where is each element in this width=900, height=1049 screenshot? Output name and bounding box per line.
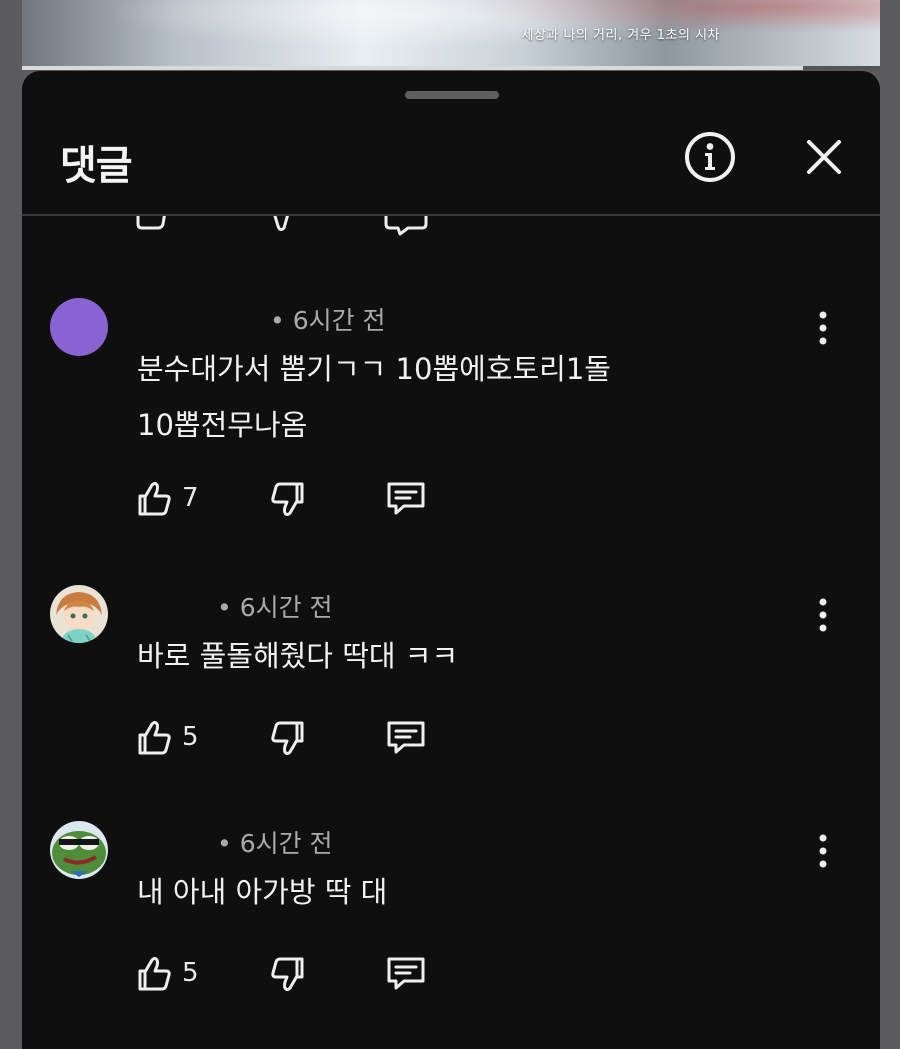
reply-icon <box>387 957 425 990</box>
like-count: 5 <box>182 958 199 988</box>
reply-icon <box>387 482 425 515</box>
more-vertical-icon <box>819 311 827 345</box>
like-button[interactable]: 5 <box>134 716 224 760</box>
video-progress-fill <box>22 66 803 70</box>
more-options-button[interactable] <box>808 308 838 348</box>
comment-text: 내 아내 아가방 딱 대 <box>137 864 387 920</box>
drag-handle[interactable] <box>405 91 499 99</box>
like-button[interactable]: 5 <box>134 952 224 996</box>
more-options-button[interactable] <box>808 831 838 871</box>
close-icon <box>807 140 841 174</box>
video-player[interactable]: 세상과 나의 거리, 겨우 1초의 시차 <box>22 0 880 68</box>
comment-actions: 7 <box>134 477 454 521</box>
previous-comment-actions <box>130 216 450 236</box>
thumbs-up-icon <box>138 482 171 516</box>
close-button[interactable] <box>796 129 852 185</box>
like-count: 5 <box>182 722 199 752</box>
comment-item: • 6시간 전 바로 풀돌해줬다 딱대 ㅋㅋ 5 <box>22 582 880 762</box>
reply-button[interactable] <box>384 477 430 521</box>
more-vertical-icon <box>819 834 827 868</box>
info-icon <box>685 132 735 182</box>
thumbs-down-icon <box>271 957 304 991</box>
more-vertical-icon <box>819 598 827 632</box>
thumbs-down-icon <box>271 721 304 755</box>
like-button[interactable]: 7 <box>134 477 224 521</box>
thumbs-up-icon <box>138 957 171 991</box>
purple-circle-avatar[interactable] <box>50 298 108 356</box>
comment-item: • 6시간 전 내 아내 아가방 딱 대 5 <box>22 818 880 998</box>
thumbs-up-icon <box>138 721 171 755</box>
comments-sheet: 댓글 • 6시간 전 분수대가서 뽑기ㄱㄱ 10뽑에호토리1돌 10뽑전무나옴 <box>22 71 880 1049</box>
dislike-button[interactable] <box>268 952 312 996</box>
video-progress-bar[interactable] <box>22 66 880 70</box>
anime-character-icon <box>50 585 108 643</box>
reply-button[interactable] <box>384 952 430 996</box>
comment-time: • 6시간 전 <box>217 593 333 622</box>
more-options-button[interactable] <box>808 595 838 635</box>
comment-text: 바로 풀돌해줬다 딱대 ㅋㅋ <box>137 628 458 684</box>
video-frame <box>22 0 880 68</box>
comment-time: • 6시간 전 <box>270 306 386 335</box>
comment-text-line: 바로 풀돌해줬다 딱대 ㅋㅋ <box>137 639 459 673</box>
thumbs-up-icon <box>136 216 428 236</box>
comment-text-line: 내 아내 아가방 딱 대 <box>137 875 388 909</box>
comment-text-line: 분수대가서 뽑기ㄱㄱ 10뽑에호토리1돌 <box>137 352 611 386</box>
like-count: 7 <box>182 483 199 513</box>
anime-character-avatar[interactable] <box>50 585 108 643</box>
dislike-button[interactable] <box>268 716 312 760</box>
frog-icon <box>50 821 108 879</box>
video-caption: 세상과 나의 거리, 겨우 1초의 시차 <box>521 28 720 43</box>
info-button[interactable] <box>682 129 738 185</box>
comment-text: 분수대가서 뽑기ㄱㄱ 10뽑에호토리1돌 10뽑전무나옴 <box>137 341 611 453</box>
comment-time: • 6시간 전 <box>217 829 333 858</box>
thumbs-down-icon <box>271 482 304 516</box>
sheet-title: 댓글 <box>60 143 133 189</box>
reply-button[interactable] <box>384 716 430 760</box>
dislike-button[interactable] <box>268 477 312 521</box>
frog-avatar[interactable] <box>50 821 108 879</box>
comment-actions: 5 <box>134 952 454 996</box>
comment-item: • 6시간 전 분수대가서 뽑기ㄱㄱ 10뽑에호토리1돌 10뽑전무나옴 7 <box>22 295 880 535</box>
comment-text-line: 10뽑전무나옴 <box>137 408 308 442</box>
reply-icon <box>387 721 425 754</box>
comment-actions: 5 <box>134 716 454 760</box>
